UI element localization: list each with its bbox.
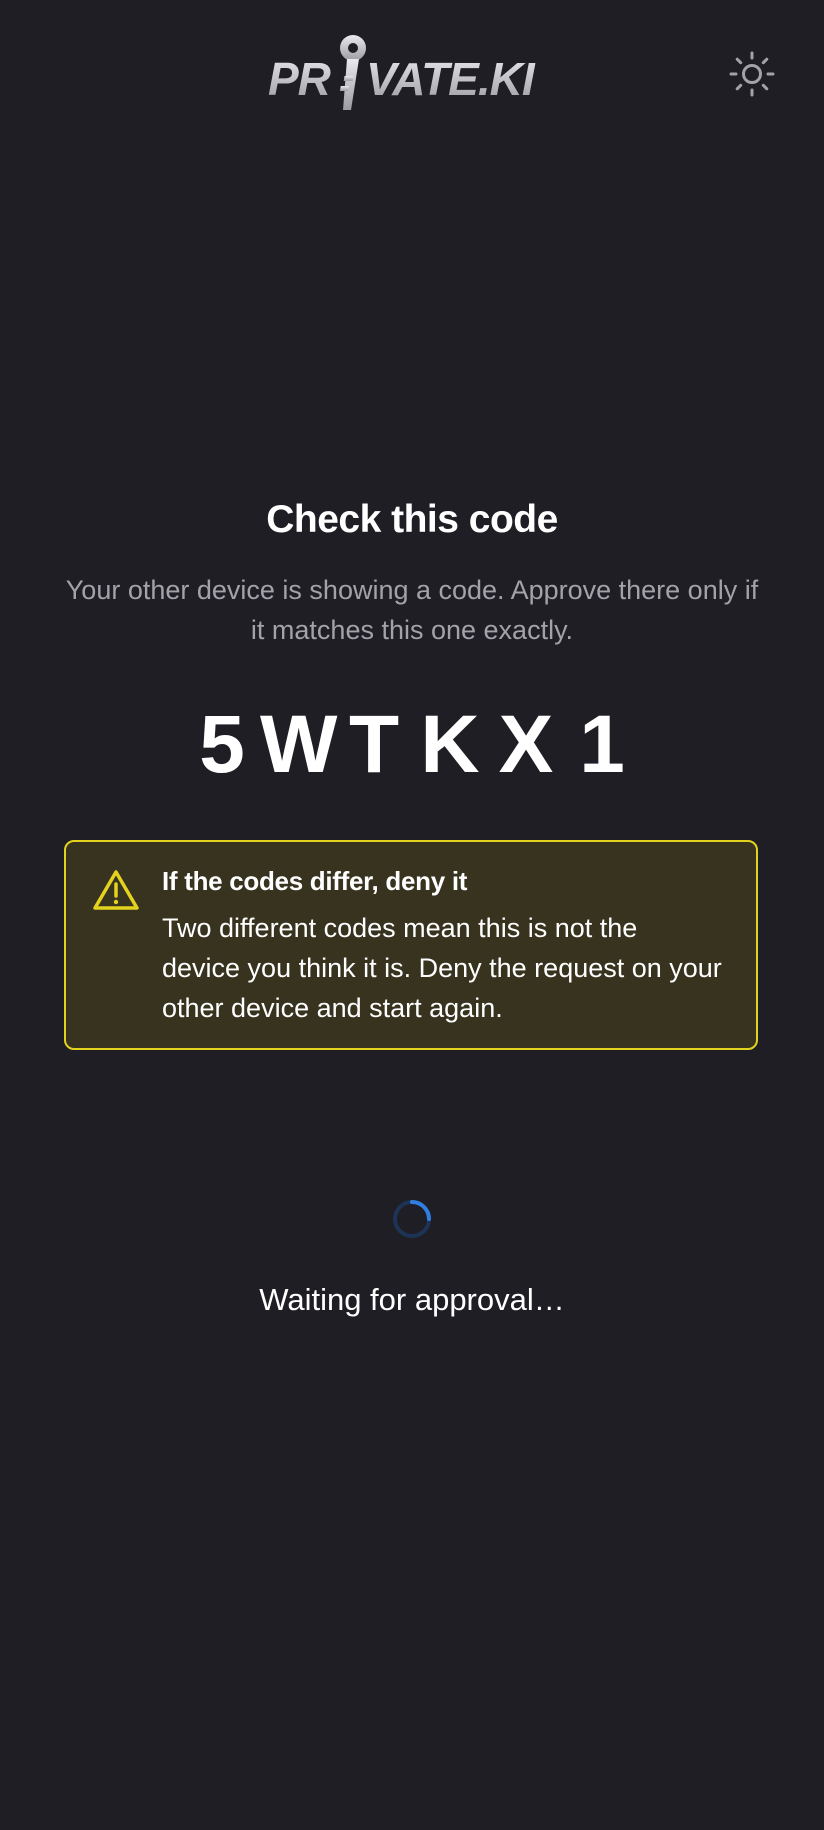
warning-body: Two different codes mean this is not the… <box>162 913 722 1023</box>
warning-callout: If the codes differ, deny it Two differe… <box>64 840 758 1050</box>
brand-logo: PR VATE.KI <box>265 28 557 114</box>
code-character: X <box>498 699 554 790</box>
warning-triangle-icon <box>93 870 139 910</box>
key-icon <box>339 35 366 110</box>
svg-text:VATE.KI: VATE.KI <box>366 53 536 105</box>
brand-logo-graphic: PR VATE.KI <box>268 35 537 110</box>
app-header: PR VATE.KI <box>0 0 824 150</box>
code-character: T <box>348 699 400 790</box>
warning-title: If the codes differ, deny it <box>162 866 468 896</box>
code-character: 5 <box>199 699 245 790</box>
code-character: 1 <box>579 699 625 790</box>
svg-text:PR: PR <box>268 53 331 105</box>
code-character: K <box>420 699 480 790</box>
code-character: W <box>260 699 338 790</box>
page-subtitle: Your other device is showing a code. App… <box>65 575 759 645</box>
page-title: Check this code <box>266 498 558 541</box>
loading-spinner-icon <box>393 1200 431 1238</box>
status-text: Waiting for approval… <box>259 1282 565 1317</box>
verification-code: 5 W T K X 1 <box>0 700 824 790</box>
theme-toggle-button[interactable] <box>726 48 778 100</box>
sun-icon <box>729 51 775 97</box>
